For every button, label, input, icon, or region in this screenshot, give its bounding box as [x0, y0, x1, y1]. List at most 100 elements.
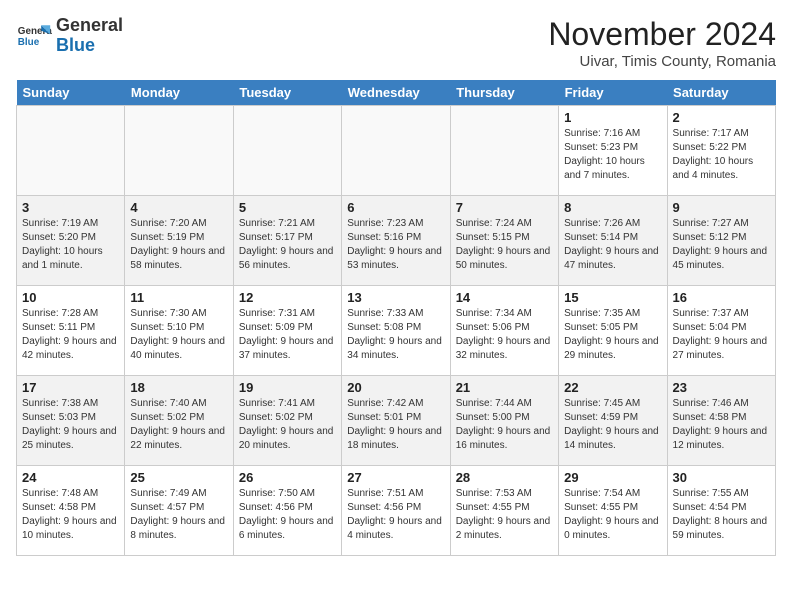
day-info: Sunrise: 7:40 AM Sunset: 5:02 PM Dayligh…: [130, 397, 227, 453]
day-number: 20: [347, 380, 444, 395]
weekday-header: Saturday: [667, 80, 775, 106]
day-number: 8: [564, 200, 661, 215]
day-info: Sunrise: 7:23 AM Sunset: 5:16 PM Dayligh…: [347, 217, 444, 273]
day-info: Sunrise: 7:33 AM Sunset: 5:08 PM Dayligh…: [347, 307, 444, 363]
calendar-table: SundayMondayTuesdayWednesdayThursdayFrid…: [16, 80, 776, 556]
calendar-day-cell: 1 Sunrise: 7:16 AM Sunset: 5:23 PM Daylig…: [559, 106, 667, 196]
calendar-day-cell: 7 Sunrise: 7:24 AM Sunset: 5:15 PM Daylig…: [450, 196, 558, 286]
logo: General Blue GeneralBlue: [16, 16, 123, 56]
day-info: Sunrise: 7:30 AM Sunset: 5:10 PM Dayligh…: [130, 307, 227, 363]
day-info: Sunrise: 7:16 AM Sunset: 5:23 PM Dayligh…: [564, 127, 661, 183]
calendar-day-cell: 13 Sunrise: 7:33 AM Sunset: 5:08 PM Dayli…: [342, 286, 450, 376]
calendar-week-row: 17 Sunrise: 7:38 AM Sunset: 5:03 PM Dayli…: [17, 376, 776, 466]
calendar-day-cell: 10 Sunrise: 7:28 AM Sunset: 5:11 PM Dayli…: [17, 286, 125, 376]
day-info: Sunrise: 7:37 AM Sunset: 5:04 PM Dayligh…: [673, 307, 770, 363]
day-info: Sunrise: 7:55 AM Sunset: 4:54 PM Dayligh…: [673, 487, 770, 543]
weekday-header: Sunday: [17, 80, 125, 106]
day-number: 16: [673, 290, 770, 305]
day-number: 3: [22, 200, 119, 215]
calendar-header-row: SundayMondayTuesdayWednesdayThursdayFrid…: [17, 80, 776, 106]
calendar-day-cell: 24Sunrise: 7:48 AM Sunset: 4:58 PM Dayli…: [17, 466, 125, 556]
day-number: 28: [456, 470, 553, 485]
day-number: 13: [347, 290, 444, 305]
day-number: 17: [22, 380, 119, 395]
calendar-day-cell: 23Sunrise: 7:46 AM Sunset: 4:58 PM Dayli…: [667, 376, 775, 466]
calendar-day-cell: 8 Sunrise: 7:26 AM Sunset: 5:14 PM Daylig…: [559, 196, 667, 286]
day-info: Sunrise: 7:53 AM Sunset: 4:55 PM Dayligh…: [456, 487, 553, 543]
day-info: Sunrise: 7:19 AM Sunset: 5:20 PM Dayligh…: [22, 217, 119, 273]
day-info: Sunrise: 7:44 AM Sunset: 5:00 PM Dayligh…: [456, 397, 553, 453]
calendar-day-cell: 16 Sunrise: 7:37 AM Sunset: 5:04 PM Dayli…: [667, 286, 775, 376]
calendar-week-row: 24Sunrise: 7:48 AM Sunset: 4:58 PM Dayli…: [17, 466, 776, 556]
calendar-week-row: 1 Sunrise: 7:16 AM Sunset: 5:23 PM Daylig…: [17, 106, 776, 196]
calendar-day-cell: [342, 106, 450, 196]
day-number: 2: [673, 110, 770, 125]
day-number: 9: [673, 200, 770, 215]
day-info: Sunrise: 7:38 AM Sunset: 5:03 PM Dayligh…: [22, 397, 119, 453]
calendar-day-cell: 29 Sunrise: 7:54 AM Sunset: 4:55 PM Dayli…: [559, 466, 667, 556]
calendar-day-cell: 12Sunrise: 7:31 AM Sunset: 5:09 PM Dayli…: [233, 286, 341, 376]
day-number: 6: [347, 200, 444, 215]
calendar-day-cell: 6 Sunrise: 7:23 AM Sunset: 5:16 PM Daylig…: [342, 196, 450, 286]
calendar-day-cell: 26 Sunrise: 7:50 AM Sunset: 4:56 PM Dayli…: [233, 466, 341, 556]
day-number: 29: [564, 470, 661, 485]
day-info: Sunrise: 7:50 AM Sunset: 4:56 PM Dayligh…: [239, 487, 336, 543]
weekday-header: Monday: [125, 80, 233, 106]
svg-text:Blue: Blue: [18, 37, 40, 48]
calendar-day-cell: 4 Sunrise: 7:20 AM Sunset: 5:19 PM Daylig…: [125, 196, 233, 286]
day-number: 30: [673, 470, 770, 485]
logo-icon: General Blue: [16, 18, 52, 54]
day-number: 1: [564, 110, 661, 125]
calendar-day-cell: [17, 106, 125, 196]
day-number: 24: [22, 470, 119, 485]
calendar-day-cell: 22 Sunrise: 7:45 AM Sunset: 4:59 PM Dayli…: [559, 376, 667, 466]
month-title: November 2024: [548, 16, 776, 53]
day-info: Sunrise: 7:24 AM Sunset: 5:15 PM Dayligh…: [456, 217, 553, 273]
day-number: 7: [456, 200, 553, 215]
day-info: Sunrise: 7:42 AM Sunset: 5:01 PM Dayligh…: [347, 397, 444, 453]
day-info: Sunrise: 7:21 AM Sunset: 5:17 PM Dayligh…: [239, 217, 336, 273]
calendar-day-cell: 28 Sunrise: 7:53 AM Sunset: 4:55 PM Dayli…: [450, 466, 558, 556]
calendar-day-cell: 3 Sunrise: 7:19 AM Sunset: 5:20 PM Daylig…: [17, 196, 125, 286]
location: Uivar, Timis County, Romania: [548, 53, 776, 70]
day-info: Sunrise: 7:31 AM Sunset: 5:09 PM Dayligh…: [239, 307, 336, 363]
calendar-day-cell: 11Sunrise: 7:30 AM Sunset: 5:10 PM Dayli…: [125, 286, 233, 376]
day-info: Sunrise: 7:41 AM Sunset: 5:02 PM Dayligh…: [239, 397, 336, 453]
title-block: November 2024 Uivar, Timis County, Roman…: [548, 16, 776, 70]
day-info: Sunrise: 7:45 AM Sunset: 4:59 PM Dayligh…: [564, 397, 661, 453]
day-info: Sunrise: 7:20 AM Sunset: 5:19 PM Dayligh…: [130, 217, 227, 273]
page-header: General Blue GeneralBlue November 2024 U…: [16, 16, 776, 70]
day-info: Sunrise: 7:17 AM Sunset: 5:22 PM Dayligh…: [673, 127, 770, 183]
day-number: 19: [239, 380, 336, 395]
day-number: 14: [456, 290, 553, 305]
day-info: Sunrise: 7:54 AM Sunset: 4:55 PM Dayligh…: [564, 487, 661, 543]
day-number: 22: [564, 380, 661, 395]
calendar-day-cell: 25Sunrise: 7:49 AM Sunset: 4:57 PM Dayli…: [125, 466, 233, 556]
day-info: Sunrise: 7:34 AM Sunset: 5:06 PM Dayligh…: [456, 307, 553, 363]
calendar-day-cell: 27Sunrise: 7:51 AM Sunset: 4:56 PM Dayli…: [342, 466, 450, 556]
day-number: 10: [22, 290, 119, 305]
day-number: 27: [347, 470, 444, 485]
weekday-header: Thursday: [450, 80, 558, 106]
day-info: Sunrise: 7:26 AM Sunset: 5:14 PM Dayligh…: [564, 217, 661, 273]
day-number: 5: [239, 200, 336, 215]
day-info: Sunrise: 7:27 AM Sunset: 5:12 PM Dayligh…: [673, 217, 770, 273]
day-info: Sunrise: 7:28 AM Sunset: 5:11 PM Dayligh…: [22, 307, 119, 363]
day-number: 4: [130, 200, 227, 215]
logo-text: GeneralBlue: [56, 16, 123, 56]
calendar-day-cell: [450, 106, 558, 196]
weekday-header: Wednesday: [342, 80, 450, 106]
calendar-day-cell: 9 Sunrise: 7:27 AM Sunset: 5:12 PM Daylig…: [667, 196, 775, 286]
calendar-day-cell: 19 Sunrise: 7:41 AM Sunset: 5:02 PM Dayli…: [233, 376, 341, 466]
calendar-body: 1 Sunrise: 7:16 AM Sunset: 5:23 PM Daylig…: [17, 106, 776, 556]
calendar-day-cell: [233, 106, 341, 196]
calendar-day-cell: 18Sunrise: 7:40 AM Sunset: 5:02 PM Dayli…: [125, 376, 233, 466]
calendar-day-cell: 2 Sunrise: 7:17 AM Sunset: 5:22 PM Daylig…: [667, 106, 775, 196]
calendar-day-cell: 17 Sunrise: 7:38 AM Sunset: 5:03 PM Dayli…: [17, 376, 125, 466]
day-number: 26: [239, 470, 336, 485]
day-number: 25: [130, 470, 227, 485]
calendar-day-cell: 15Sunrise: 7:35 AM Sunset: 5:05 PM Dayli…: [559, 286, 667, 376]
calendar-week-row: 10 Sunrise: 7:28 AM Sunset: 5:11 PM Dayli…: [17, 286, 776, 376]
calendar-day-cell: 5 Sunrise: 7:21 AM Sunset: 5:17 PM Daylig…: [233, 196, 341, 286]
weekday-header: Friday: [559, 80, 667, 106]
